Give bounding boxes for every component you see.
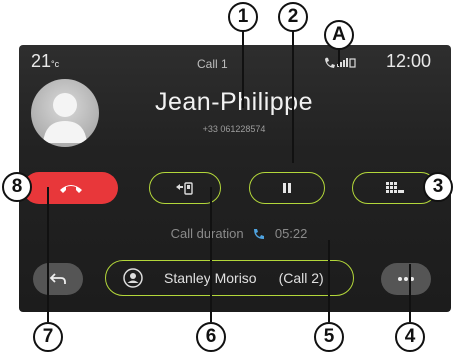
callout-a: A <box>324 20 354 50</box>
back-button[interactable] <box>33 263 83 295</box>
more-options-button[interactable] <box>381 263 431 295</box>
callout-line-5 <box>328 240 330 322</box>
callout-5: 5 <box>314 322 344 352</box>
phone-icon <box>254 228 265 239</box>
pause-call-button[interactable] <box>249 172 325 204</box>
callout-line-7 <box>47 187 49 322</box>
signal-battery-icon <box>323 55 357 74</box>
contact-name: Jean-Philippe <box>155 88 313 116</box>
callout-line-4 <box>409 264 411 322</box>
call-duration: Call duration 05:22 <box>159 225 319 241</box>
phone-transfer-icon <box>176 182 193 195</box>
multimedia-screen: 21°c Call 1 12:00 Jean-Philippe +33 0612… <box>19 45 451 312</box>
ellipsis-icon <box>398 277 414 281</box>
call-title: Call 1 <box>197 57 228 71</box>
call-duration-label: Call duration <box>170 226 244 242</box>
temperature-value: 21°c <box>31 51 60 71</box>
callout-6: 6 <box>196 322 226 352</box>
callout-7: 7 <box>33 322 63 352</box>
hang-up-button[interactable] <box>23 172 118 204</box>
call-duration-value: 05:22 <box>274 226 308 242</box>
contact-avatar <box>31 79 99 147</box>
callout-2: 2 <box>278 2 308 32</box>
callout-line-2 <box>292 28 294 163</box>
back-arrow-icon <box>49 273 66 284</box>
callout-8: 8 <box>2 172 32 202</box>
person-icon <box>43 93 87 143</box>
callout-3: 3 <box>423 172 453 202</box>
callout-line-1 <box>242 28 244 108</box>
callout-1: 1 <box>228 2 258 32</box>
pause-icon <box>283 183 291 193</box>
second-call-tag: (Call 2) <box>278 270 324 286</box>
clock-time: 12:00 <box>386 51 432 71</box>
contact-icon <box>123 268 143 288</box>
keypad-icon <box>385 182 404 193</box>
callout-line-6 <box>210 187 212 322</box>
hang-up-icon <box>59 185 82 193</box>
temperature-unit: °c <box>51 59 60 69</box>
second-call-button[interactable]: Stanley Moriso (Call 2) <box>105 260 354 296</box>
callout-4: 4 <box>395 322 425 352</box>
